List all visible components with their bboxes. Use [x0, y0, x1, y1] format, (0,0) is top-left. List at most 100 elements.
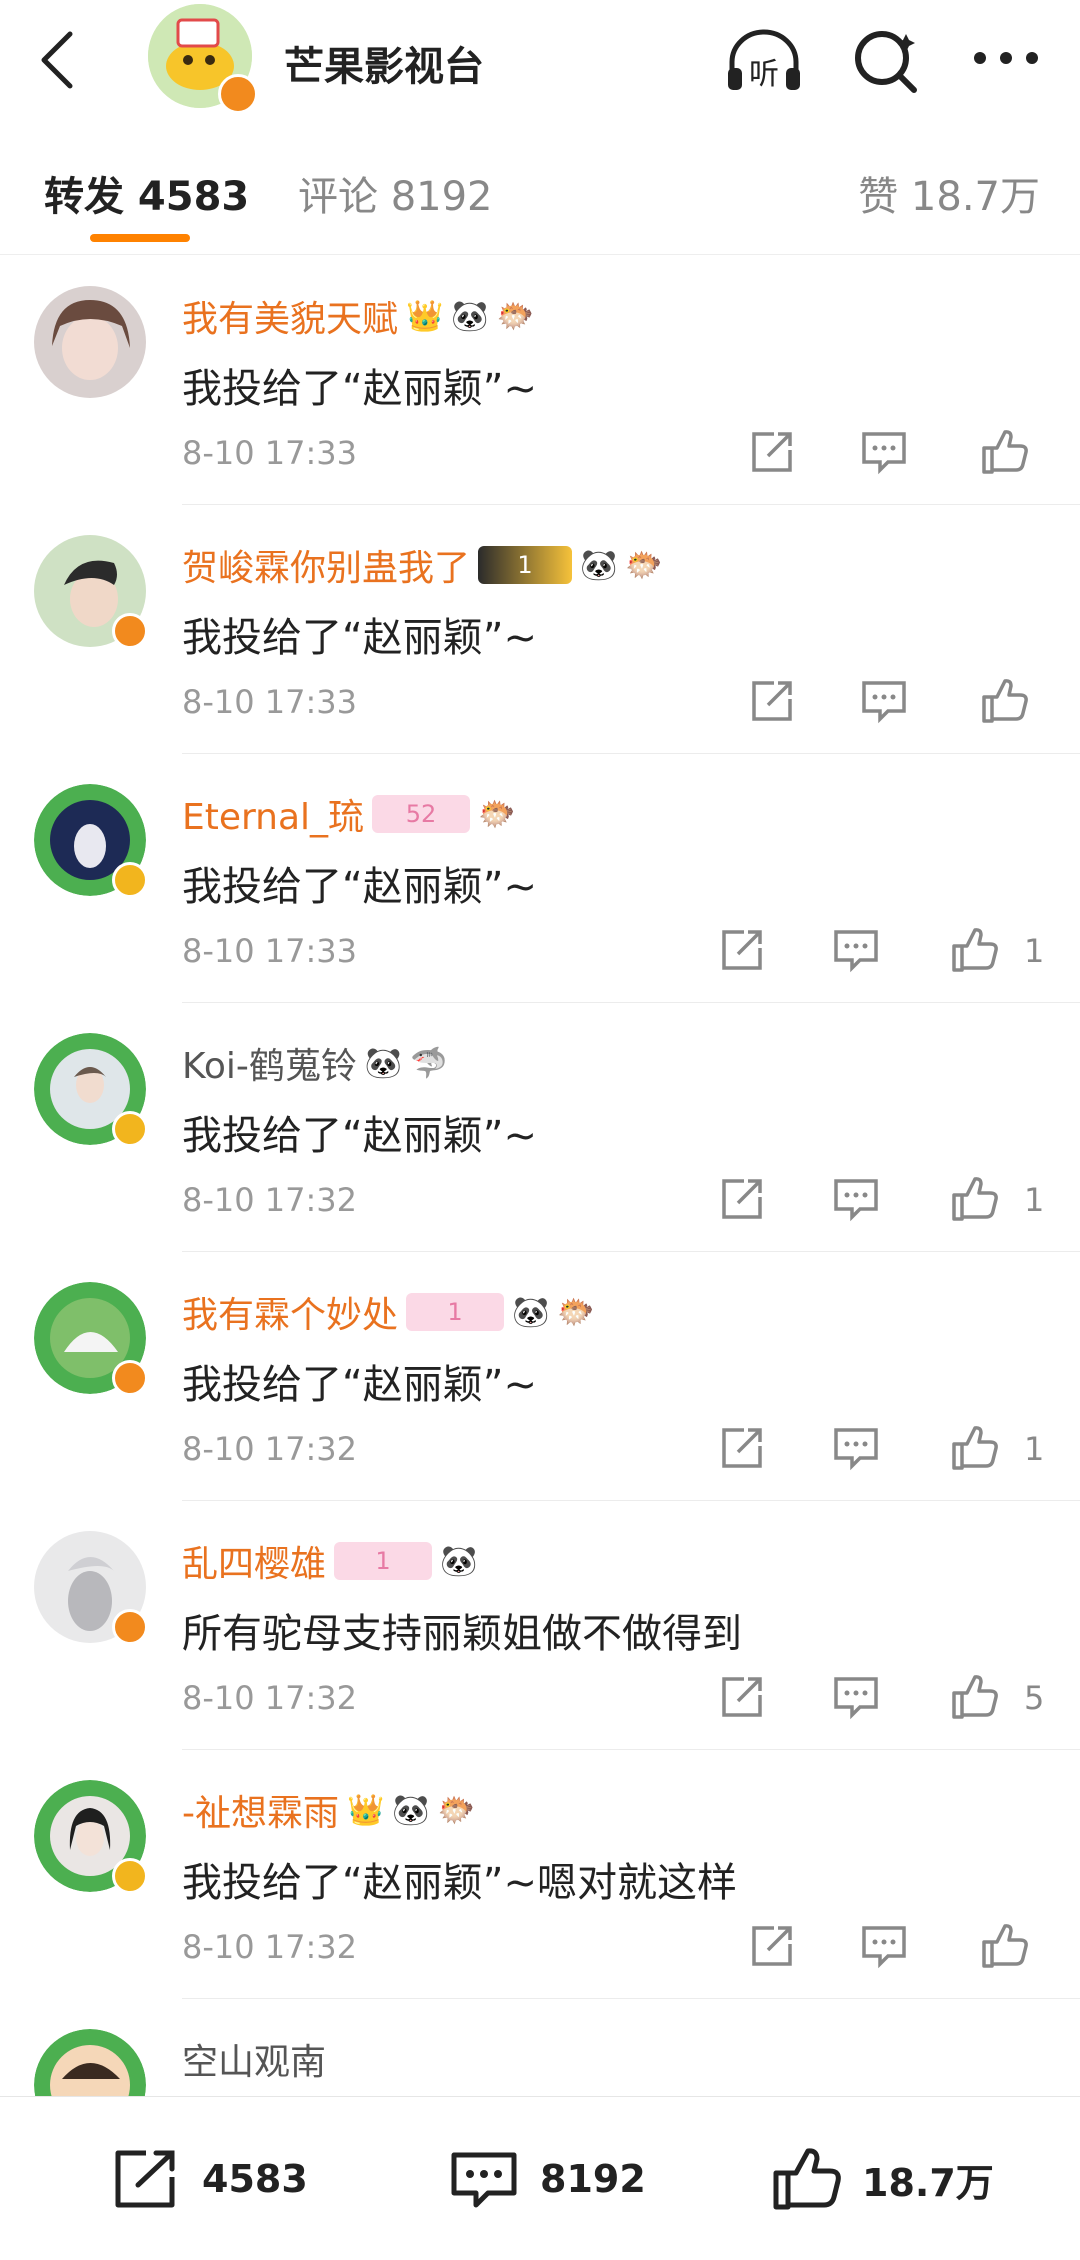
- list-item: 乱四樱雄 1 🐼 所有驼母支持丽颖姐做不做得到 8-10 17:32 5: [0, 1501, 1080, 1750]
- account-avatar[interactable]: [148, 4, 258, 114]
- repost-icon[interactable]: [718, 1424, 766, 1472]
- verified-badge-icon: [112, 1360, 148, 1396]
- comment-icon[interactable]: [860, 428, 908, 476]
- avatar[interactable]: [34, 1531, 148, 1645]
- username[interactable]: Eternal_琉: [182, 788, 364, 840]
- fish-badge-icon: 🐡: [557, 1294, 595, 1330]
- listen-label: 听: [749, 57, 779, 92]
- repost-text: 所有驼母支持丽颖姐做不做得到: [182, 1611, 742, 1657]
- repost-count: 4583: [202, 2157, 308, 2201]
- repost-list: 我有美貌天赋 👑 🐼 🐡 我投给了“赵丽颖”~ 8-10 17:33 贺峻霖你别…: [0, 256, 1080, 2096]
- member-level-badge: 52: [372, 795, 471, 833]
- listen-headphones-icon[interactable]: 听: [724, 24, 804, 96]
- username[interactable]: 乱四樱雄: [182, 1535, 326, 1587]
- fish-badge-icon: 🐡: [496, 298, 535, 334]
- like-icon[interactable]: [980, 1922, 1028, 1970]
- fish-badge-icon: 🐡: [625, 547, 663, 583]
- username[interactable]: 我有美貌天赋: [182, 290, 398, 342]
- avatar[interactable]: [34, 1780, 148, 1894]
- level-number: 1: [447, 1298, 463, 1326]
- repost-text: 我投给了“赵丽颖”~: [182, 366, 537, 412]
- list-item: 我有霖个妙处 1 🐼 🐡 我投给了“赵丽颖”~ 8-10 17:32 1: [0, 1252, 1080, 1501]
- repost-icon[interactable]: [718, 1673, 766, 1721]
- member-level-badge: 1: [406, 1293, 505, 1331]
- comment-icon[interactable]: [832, 926, 880, 974]
- list-item: -祉想霖雨 👑 🐼 🐡 我投给了“赵丽颖”~嗯对就这样 8-10 17:32: [0, 1750, 1080, 1999]
- level-number: 52: [405, 800, 437, 828]
- shark-badge-icon: 🦈: [410, 1045, 448, 1081]
- list-item: Eternal_琉 52 🐡 我投给了“赵丽颖”~ 8-10 17:33 1: [0, 754, 1080, 1003]
- repost-icon[interactable]: [748, 1922, 796, 1970]
- comment-icon[interactable]: [860, 1922, 908, 1970]
- avatar[interactable]: [34, 286, 146, 398]
- fish-badge-icon: 🐡: [437, 1792, 476, 1828]
- avatar[interactable]: [34, 1282, 148, 1396]
- comment-icon: [451, 2152, 517, 2208]
- avatar[interactable]: [34, 1033, 148, 1147]
- panda-badge-icon: 🐼: [512, 1294, 550, 1330]
- top-bar: 芒果影视台 听: [0, 0, 1080, 122]
- tab-likes[interactable]: 赞 18.7万: [858, 164, 1040, 222]
- list-item: Koi-鹤蒐铃 🐼 🦈 我投给了“赵丽颖”~ 8-10 17:32 1: [0, 1003, 1080, 1252]
- like-icon[interactable]: [950, 1424, 998, 1472]
- avatar[interactable]: [34, 535, 148, 649]
- verified-badge-icon: [112, 862, 148, 898]
- like-count: 5: [1024, 1679, 1045, 1717]
- panda-badge-icon: 🐼: [451, 298, 489, 334]
- avatar[interactable]: [34, 784, 148, 898]
- member-level-badge: 1: [478, 546, 573, 584]
- verified-badge-icon: [112, 1858, 148, 1894]
- repost-text: 我投给了“赵丽颖”~: [182, 1113, 537, 1159]
- active-tab-indicator: [90, 234, 190, 242]
- panda-badge-icon: 🐼: [580, 547, 618, 583]
- username[interactable]: -祉想霖雨: [182, 1784, 339, 1836]
- repost-text: 我投给了“赵丽颖”~: [182, 864, 537, 910]
- verified-badge-icon: [112, 1111, 148, 1147]
- search-icon[interactable]: [848, 24, 928, 96]
- comment-icon[interactable]: [832, 1175, 880, 1223]
- crown-badge-icon: 👑: [406, 298, 444, 334]
- fish-badge-icon: 🐡: [478, 796, 516, 832]
- timestamp: 8-10 17:32: [182, 1928, 358, 1966]
- panda-badge-icon: 🐼: [392, 1792, 430, 1828]
- bottom-repost-button[interactable]: 4583: [110, 2147, 308, 2211]
- repost-icon: [115, 2150, 175, 2208]
- list-item: 空山观南: [0, 1999, 1080, 2096]
- bottom-like-button[interactable]: 18.7万: [770, 2147, 994, 2211]
- panda-badge-icon: 🐼: [364, 1045, 403, 1081]
- back-arrow-icon[interactable]: [30, 28, 86, 92]
- comment-icon[interactable]: [832, 1673, 880, 1721]
- like-icon[interactable]: [950, 1175, 998, 1223]
- like-icon[interactable]: [980, 428, 1028, 476]
- username[interactable]: 我有霖个妙处: [182, 1286, 398, 1338]
- repost-icon[interactable]: [718, 926, 766, 974]
- comment-icon[interactable]: [860, 677, 908, 725]
- tab-bar: 转发 4583 评论 8192 赞 18.7万: [0, 124, 1080, 255]
- username[interactable]: Koi-鹤蒐铃: [182, 1037, 357, 1089]
- like-count: 1: [1024, 1181, 1045, 1219]
- timestamp: 8-10 17:33: [182, 932, 358, 970]
- like-icon[interactable]: [950, 1673, 998, 1721]
- account-name[interactable]: 芒果影视台: [284, 34, 484, 92]
- list-item: 贺峻霖你别蛊我了 1 🐼 🐡 我投给了“赵丽颖”~ 8-10 17:33: [0, 505, 1080, 754]
- like-icon: [773, 2148, 841, 2210]
- tab-reposts[interactable]: 转发 4583: [44, 164, 249, 222]
- repost-text: 我投给了“赵丽颖”~嗯对就这样: [182, 1860, 737, 1906]
- like-icon[interactable]: [980, 677, 1028, 725]
- avatar[interactable]: [34, 2029, 146, 2096]
- repost-text: 我投给了“赵丽颖”~: [182, 1362, 537, 1408]
- repost-icon[interactable]: [718, 1175, 766, 1223]
- bottom-action-bar: 4583 8192 18.7万: [0, 2096, 1080, 2260]
- comment-icon[interactable]: [832, 1424, 880, 1472]
- more-options-icon[interactable]: [966, 24, 1046, 96]
- username[interactable]: 空山观南: [182, 2033, 326, 2085]
- tab-comments[interactable]: 评论 8192: [298, 164, 493, 222]
- bottom-comment-button[interactable]: 8192: [448, 2147, 646, 2211]
- panda-badge-icon: 🐼: [440, 1543, 478, 1579]
- member-level-badge: 1: [334, 1542, 433, 1580]
- repost-icon[interactable]: [748, 428, 796, 476]
- like-icon[interactable]: [950, 926, 998, 974]
- username[interactable]: 贺峻霖你别蛊我了: [182, 539, 470, 591]
- timestamp: 8-10 17:33: [182, 683, 358, 721]
- repost-icon[interactable]: [748, 677, 796, 725]
